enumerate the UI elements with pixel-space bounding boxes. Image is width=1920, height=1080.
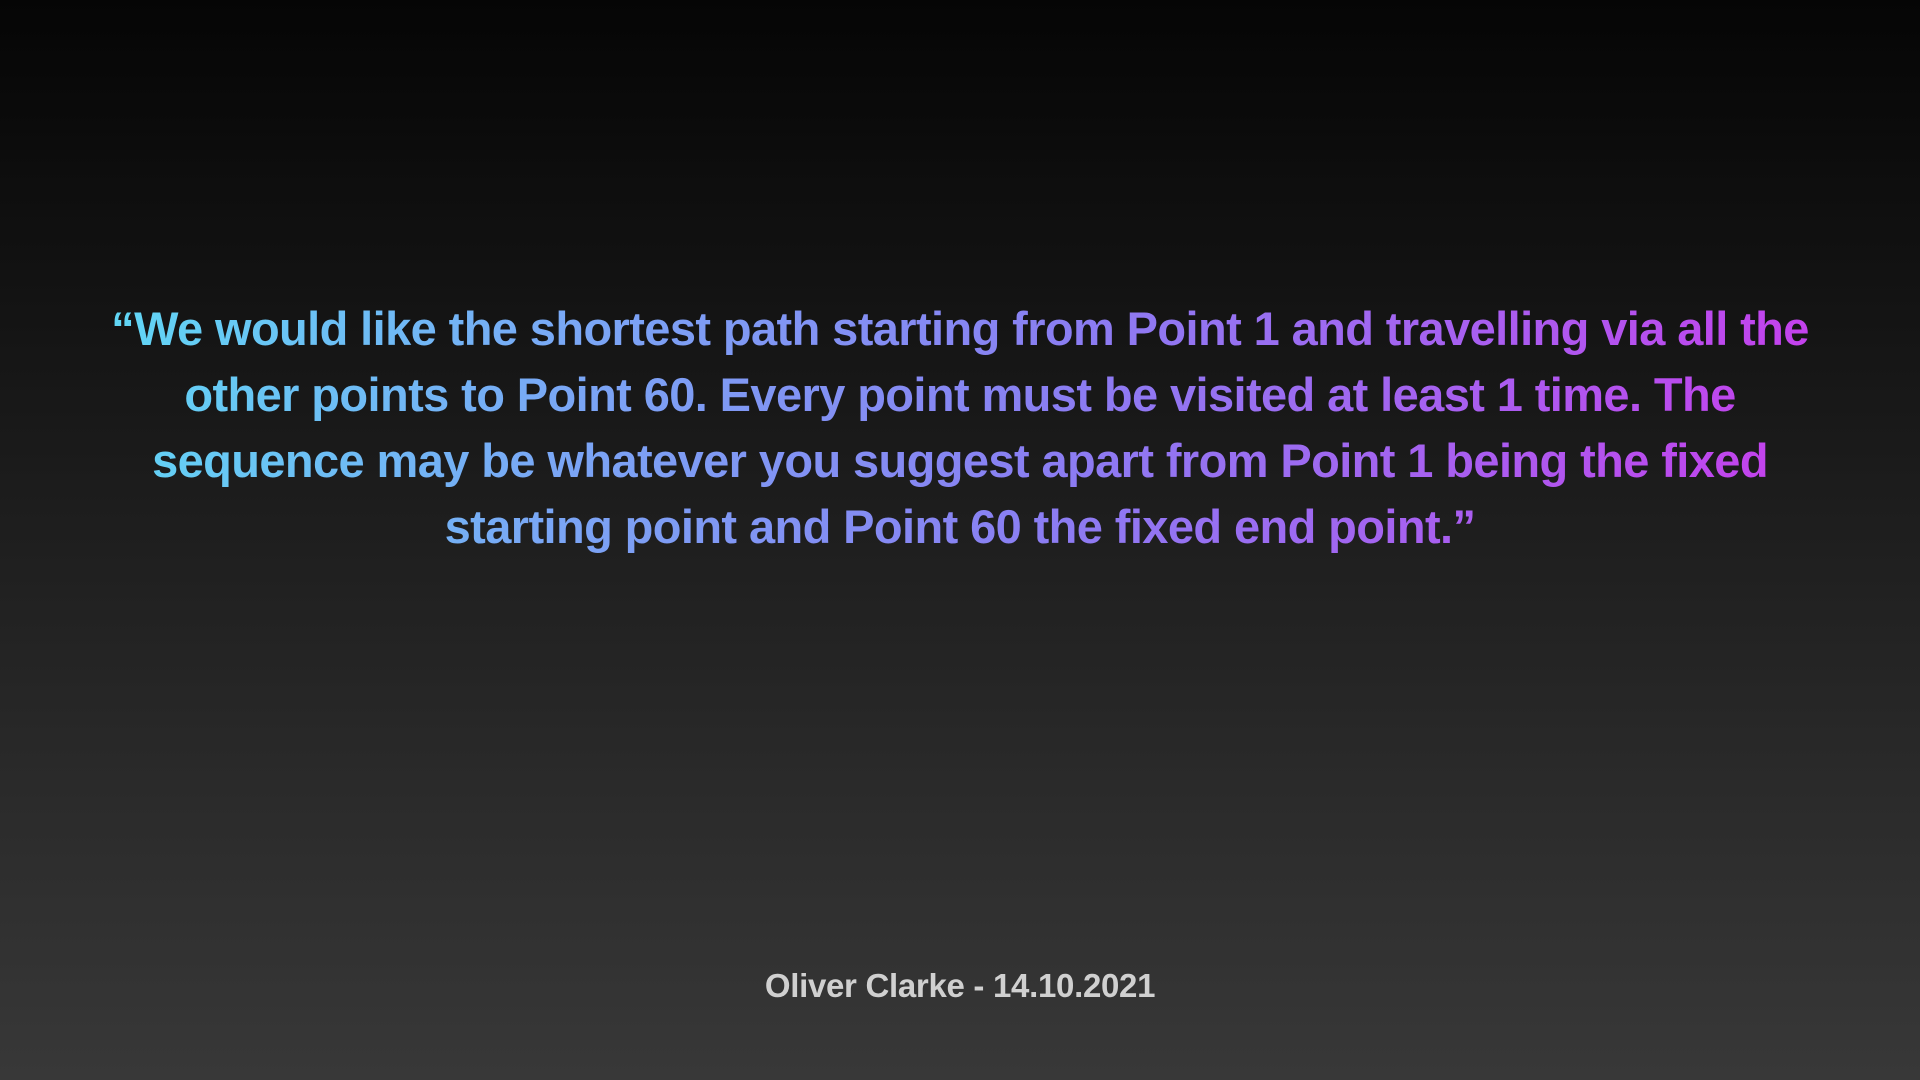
quote-text: “We would like the shortest path startin… [90,296,1830,560]
slide: “We would like the shortest path startin… [0,0,1920,1080]
attribution-text: Oliver Clarke - 14.10.2021 [764,967,1156,1004]
